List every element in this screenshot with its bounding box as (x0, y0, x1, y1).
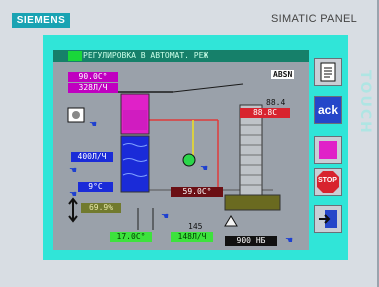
bottom-vessel (224, 194, 281, 211)
top-flow-readout: 328Л/Ч (68, 83, 118, 93)
percent-readout: 69.9% (81, 203, 121, 213)
alarm-button[interactable] (314, 136, 342, 164)
tower-temp-readout: 88.8C (240, 108, 290, 118)
document-button[interactable] (314, 58, 342, 86)
stop-button[interactable]: STOP (314, 168, 342, 196)
value-145: 145 (188, 222, 203, 231)
bottom-flow-readout: 148Л/Ч (171, 232, 213, 242)
hmi-screen: РЕГУЛИРОВКА В АВТОМАТ. РЕЖ ABSN 90.0C° 3… (53, 50, 309, 250)
distillation-column (239, 104, 263, 196)
ack-button[interactable]: ack (314, 96, 342, 124)
panel-model-label: SIMATIC PANEL (270, 13, 357, 25)
bottom-temp-readout: 17.0C° (110, 232, 152, 242)
hand-icon[interactable]: ☚ (89, 120, 97, 130)
hand-icon[interactable]: ☚ (69, 190, 77, 200)
alarm-indicator (319, 141, 337, 159)
tower-number: 88.4 (266, 98, 286, 107)
flow-400-readout: 400Л/Ч (71, 152, 113, 162)
warning-icon (224, 215, 238, 227)
weight-readout: 900 НБ (225, 236, 277, 246)
hand-icon[interactable]: ☚ (200, 164, 208, 174)
exit-door-icon (319, 210, 337, 228)
document-icon (320, 62, 336, 82)
hand-icon[interactable]: ☚ (161, 212, 169, 222)
magenta-tank-level (123, 110, 147, 130)
siemens-logo: SIEMENS (12, 13, 70, 28)
exit-button[interactable] (314, 205, 342, 233)
hand-icon[interactable]: ☚ (69, 166, 77, 176)
hand-icon[interactable]: ☚ (285, 236, 293, 246)
double-arrow-icon (68, 197, 78, 223)
pump-icon (182, 153, 196, 167)
hmi-panel: SIEMENS SIMATIC PANEL TOUCH РЕГУЛИРОВКА … (0, 0, 379, 287)
absn-logo: ABSN (271, 70, 295, 79)
mid-temp-readout: 59.0C° (171, 187, 223, 197)
top-temp-readout: 90.0C° (68, 72, 118, 82)
temp-9-readout: 9°C (78, 182, 113, 192)
touch-label: TOUCH (357, 70, 373, 135)
